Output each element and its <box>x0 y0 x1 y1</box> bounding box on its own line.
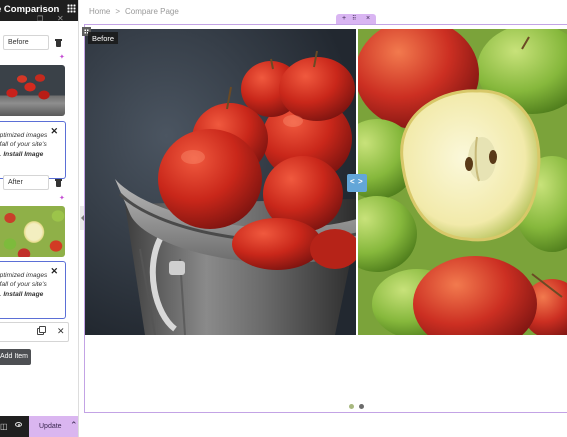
drag-handle-icon[interactable]: ⠿ <box>352 15 356 22</box>
before-image-thumbnail[interactable] <box>0 65 65 116</box>
copy-icon-faint[interactable]: ❐ <box>37 16 43 23</box>
image-optimizer-notice: optimized images nfall of your site's e.… <box>0 121 66 179</box>
pagination-dot[interactable] <box>359 404 364 409</box>
trash-icon[interactable] <box>54 39 63 48</box>
chevron-right-icon: > <box>358 177 363 186</box>
after-image-thumbnail[interactable] <box>0 206 65 257</box>
item-label-value: After <box>8 179 23 186</box>
add-section-icon[interactable]: + <box>342 15 346 22</box>
trash-icon[interactable] <box>54 179 63 188</box>
breadcrumb-current: Compare Page <box>125 7 179 16</box>
panel-title: e Comparison <box>0 4 60 15</box>
add-item-label: Add Item <box>0 353 29 360</box>
breadcrumb-separator: > <box>115 7 121 16</box>
item-label-field-before[interactable]: Before <box>3 35 49 50</box>
section-toolbar: + ⠿ × <box>336 14 376 24</box>
close-section-icon[interactable]: × <box>366 15 370 22</box>
sparkle-icon[interactable]: ✦ <box>59 195 65 202</box>
item-label-value: Before <box>8 39 29 46</box>
after-image <box>357 29 567 335</box>
install-image-link[interactable]: Install Image <box>3 151 43 158</box>
notice-line: nfall of your site's <box>0 141 47 149</box>
before-image <box>85 29 357 335</box>
breadcrumb-home[interactable]: Home <box>89 7 110 16</box>
sparkle-icon[interactable]: ✦ <box>59 54 65 61</box>
close-icon[interactable]: ✕ <box>50 127 58 136</box>
after-image-art <box>357 29 567 335</box>
item-label-field-after[interactable]: After <box>3 175 49 190</box>
copy-icon[interactable] <box>37 326 46 335</box>
image-optimizer-notice: optimized images nfall of your site's e.… <box>0 261 66 319</box>
close-icon-faint[interactable]: ✕ <box>57 15 64 23</box>
image-comparison-widget[interactable] <box>85 29 567 335</box>
panel-footer: ◫ Update ⌃ <box>0 416 78 437</box>
close-icon[interactable]: ✕ <box>57 326 65 337</box>
navigator-icon[interactable]: ◫ <box>0 422 8 431</box>
install-image-link[interactable]: Install Image <box>3 291 43 298</box>
close-icon[interactable]: ✕ <box>50 267 58 276</box>
pagination-dot-active[interactable] <box>349 404 354 409</box>
grid-icon[interactable] <box>67 4 76 13</box>
add-item-button[interactable]: Add Item <box>0 349 31 365</box>
before-image-art <box>85 29 357 335</box>
chevron-up-icon[interactable]: ⌃ <box>70 420 78 431</box>
update-button[interactable]: Update ⌃ <box>29 416 78 437</box>
update-label: Update <box>39 423 62 430</box>
breadcrumb: Home > Compare Page <box>89 7 179 16</box>
editor-panel: e Comparison ❐ ✕ Before ✦ optimized imag… <box>0 0 79 437</box>
chevron-left-icon: < <box>350 177 355 186</box>
comparison-slider-handle[interactable]: < > <box>347 174 367 192</box>
notice-line: nfall of your site's <box>0 281 47 289</box>
eye-icon[interactable] <box>15 422 22 427</box>
pagination-dots <box>349 404 365 410</box>
before-label: Before <box>88 32 118 44</box>
